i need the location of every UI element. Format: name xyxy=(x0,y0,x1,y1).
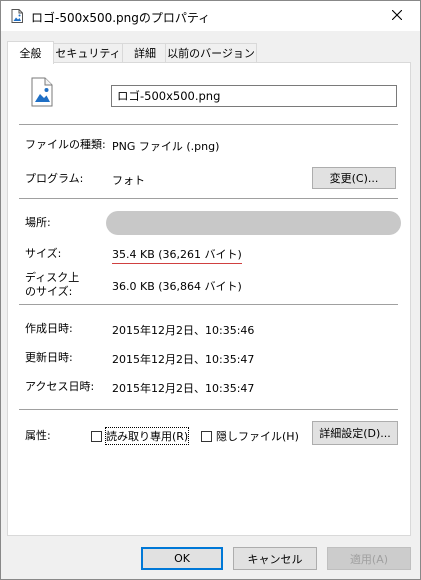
divider xyxy=(19,304,398,305)
window-title: ロゴ-500x500.pngのプロパティ xyxy=(31,11,211,25)
created-label: 作成日時: xyxy=(25,322,73,335)
hidden-checkbox-box[interactable] xyxy=(201,430,212,442)
size-label: サイズ: xyxy=(25,247,62,260)
disk-size-label-line2: のサイズ: xyxy=(25,285,73,298)
apply-button[interactable]: 適用(A) xyxy=(327,547,411,570)
divider xyxy=(19,124,398,125)
cancel-button[interactable]: キャンセル xyxy=(233,547,317,570)
divider xyxy=(19,409,398,410)
accessed-label: アクセス日時: xyxy=(25,380,95,393)
ok-button[interactable]: OK xyxy=(141,547,223,570)
image-file-icon xyxy=(31,77,53,107)
hidden-checkbox[interactable]: 隠しファイル(H) xyxy=(201,428,299,444)
program-label: プログラム: xyxy=(25,172,84,185)
divider xyxy=(19,198,398,199)
file-name-input[interactable]: ロゴ-500x500.png xyxy=(111,85,397,107)
modified-label: 更新日時: xyxy=(25,351,73,364)
image-file-icon xyxy=(10,9,24,23)
close-button[interactable] xyxy=(374,1,420,31)
file-type-value: PNG ファイル (.png) xyxy=(112,140,220,153)
size-value: 35.4 KB (36,261 バイト) xyxy=(112,246,242,264)
disk-size-label-line1: ディスク上 xyxy=(25,271,80,284)
attributes-label: 属性: xyxy=(25,429,51,442)
disk-size-value: 36.0 KB (36,864 バイト) xyxy=(112,280,242,293)
tab-security[interactable]: セキュリティ xyxy=(51,43,125,62)
program-value: フォト xyxy=(112,174,145,187)
hidden-checkbox-label: 隠しファイル(H) xyxy=(216,430,299,443)
modified-value: 2015年12月2日、10:35:47 xyxy=(112,353,255,366)
change-program-button[interactable]: 変更(C)... xyxy=(312,167,396,189)
location-value-redacted xyxy=(106,211,401,235)
readonly-checkbox[interactable]: 読み取り専用(R) xyxy=(91,427,190,445)
file-type-label: ファイルの種類: xyxy=(25,138,106,151)
general-panel: ロゴ-500x500.png ファイルの種類: PNG ファイル (.png) … xyxy=(7,62,411,536)
tab-general[interactable]: 全般 xyxy=(7,41,54,64)
tab-previous-versions[interactable]: 以前のバージョン xyxy=(165,43,257,62)
readonly-checkbox-label: 読み取り専用(R) xyxy=(104,427,190,445)
advanced-button[interactable]: 詳細設定(D)... xyxy=(312,421,398,445)
title-bar: ロゴ-500x500.pngのプロパティ xyxy=(1,1,420,31)
close-icon xyxy=(391,9,403,23)
properties-dialog: ロゴ-500x500.pngのプロパティ 全般 セキュリティ 詳細 以前のバージ… xyxy=(0,0,421,580)
created-value: 2015年12月2日、10:35:46 xyxy=(112,324,255,337)
readonly-checkbox-box[interactable] xyxy=(91,430,102,442)
location-label: 場所: xyxy=(25,216,51,229)
accessed-value: 2015年12月2日、10:35:47 xyxy=(112,382,255,395)
tab-details[interactable]: 詳細 xyxy=(122,43,168,62)
